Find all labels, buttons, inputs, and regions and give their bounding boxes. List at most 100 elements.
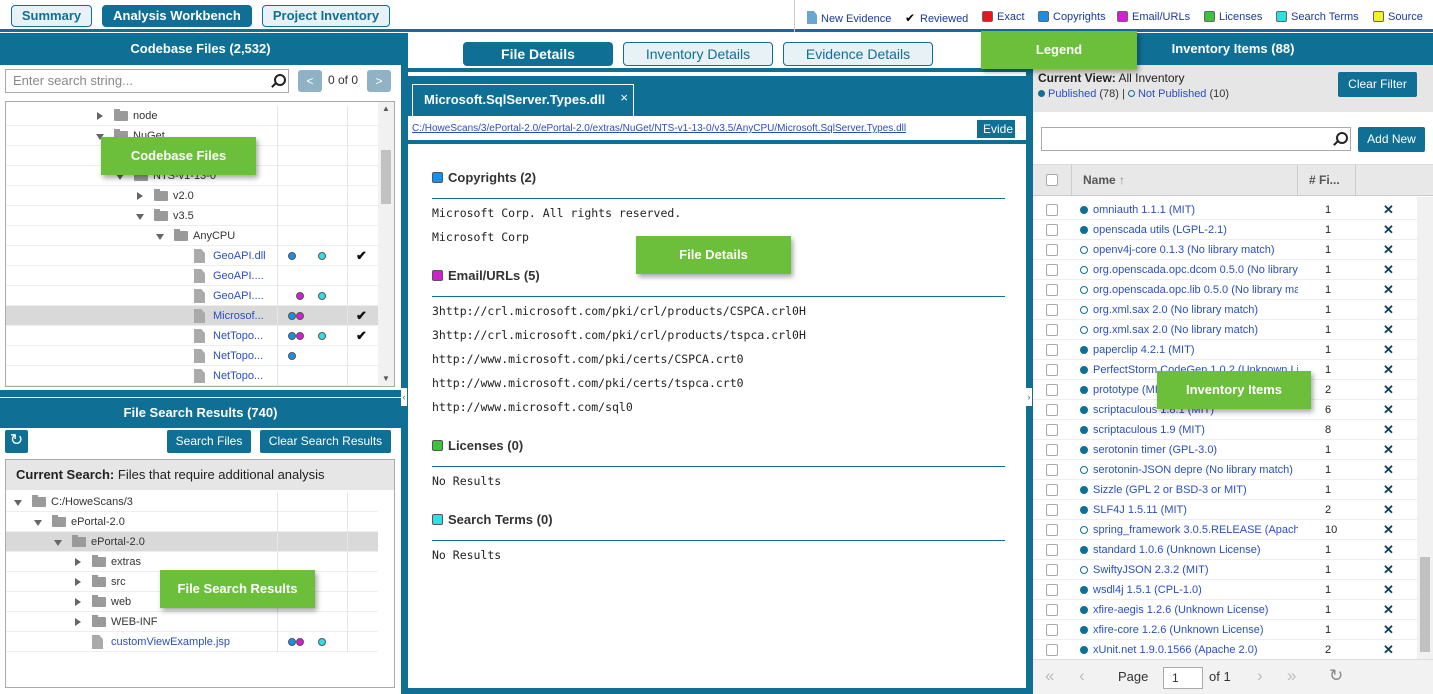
- expand-icon[interactable]: [137, 192, 143, 200]
- delete-icon[interactable]: ✕: [1383, 400, 1394, 420]
- delete-icon[interactable]: ✕: [1383, 460, 1394, 480]
- add-new-button[interactable]: Add New: [1358, 127, 1425, 152]
- row-checkbox[interactable]: [1046, 464, 1058, 476]
- table-row[interactable]: org.openscada.opc.lib 0.5.0 (No library …: [1033, 280, 1417, 300]
- row-checkbox[interactable]: [1046, 444, 1058, 456]
- inventory-name[interactable]: omniauth 1.1.1 (MIT): [1093, 200, 1298, 220]
- delete-icon[interactable]: ✕: [1383, 520, 1394, 540]
- delete-icon[interactable]: ✕: [1383, 280, 1394, 300]
- tree-row[interactable]: C:/HoweScans/3: [6, 492, 378, 512]
- search-icon[interactable]: [1333, 132, 1348, 146]
- delete-icon[interactable]: ✕: [1383, 440, 1394, 460]
- tree-label[interactable]: GeoAPI....: [213, 266, 264, 286]
- tree-row[interactable]: ePortal-2.0: [6, 532, 378, 552]
- horizontal-splitter[interactable]: [0, 390, 401, 397]
- tree-row[interactable]: GeoAPI....: [6, 266, 378, 286]
- tree-label[interactable]: NetTopo...: [213, 346, 263, 366]
- row-checkbox[interactable]: [1046, 404, 1058, 416]
- delete-icon[interactable]: ✕: [1383, 560, 1394, 580]
- row-checkbox[interactable]: [1046, 284, 1058, 296]
- select-all-checkbox[interactable]: [1046, 174, 1058, 186]
- row-checkbox[interactable]: [1046, 524, 1058, 536]
- first-page-icon[interactable]: «: [1045, 666, 1054, 686]
- delete-icon[interactable]: ✕: [1383, 580, 1394, 600]
- clear-filter-button[interactable]: Clear Filter: [1338, 72, 1417, 97]
- tree-row[interactable]: GeoAPI.dll ✔: [6, 246, 378, 266]
- refresh-icon[interactable]: ↻: [1329, 666, 1343, 686]
- row-checkbox[interactable]: [1046, 304, 1058, 316]
- inventory-name[interactable]: spring_framework 3.0.5.RELEASE (Apach: [1093, 520, 1298, 540]
- delete-icon[interactable]: ✕: [1383, 420, 1394, 440]
- scroll-thumb[interactable]: [1420, 557, 1430, 652]
- inventory-name[interactable]: xfire-core 1.2.6 (Unknown License): [1093, 620, 1298, 640]
- row-checkbox[interactable]: [1046, 244, 1058, 256]
- search-files-button[interactable]: Search Files: [167, 430, 251, 453]
- delete-icon[interactable]: ✕: [1383, 600, 1394, 620]
- delete-icon[interactable]: ✕: [1383, 620, 1394, 640]
- table-row[interactable]: standard 1.0.6 (Unknown License) 1 ✕: [1033, 540, 1417, 560]
- expand-icon[interactable]: [75, 598, 81, 606]
- table-row[interactable]: serotonin-JSON depre (No library match) 1…: [1033, 460, 1417, 480]
- table-row[interactable]: spring_framework 3.0.5.RELEASE (Apach 10 ✕: [1033, 520, 1417, 540]
- column-files[interactable]: # Fi...: [1309, 165, 1340, 196]
- expand-icon[interactable]: [75, 558, 81, 566]
- row-checkbox[interactable]: [1046, 364, 1058, 376]
- expand-icon[interactable]: [97, 112, 103, 120]
- table-row[interactable]: scriptaculous 1.9 (MIT) 8 ✕: [1033, 420, 1417, 440]
- collapse-icon[interactable]: [136, 214, 144, 220]
- table-row[interactable]: openscada utils (LGPL-2.1) 1 ✕: [1033, 220, 1417, 240]
- inventory-name[interactable]: SwiftyJSON 2.3.2 (MIT): [1093, 560, 1298, 580]
- next-page-icon[interactable]: ›: [1257, 666, 1263, 686]
- tree-label[interactable]: GeoAPI.dll: [213, 246, 266, 266]
- tab-project-inventory[interactable]: Project Inventory: [262, 5, 390, 27]
- inventory-name[interactable]: standard 1.0.6 (Unknown License): [1093, 540, 1298, 560]
- tab-analysis-workbench[interactable]: Analysis Workbench: [102, 5, 252, 27]
- inventory-name[interactable]: org.openscada.opc.dcom 0.5.0 (No library: [1093, 260, 1298, 280]
- right-vertical-splitter[interactable]: [1026, 33, 1033, 694]
- delete-icon[interactable]: ✕: [1383, 200, 1394, 220]
- tree-label[interactable]: NetTopo...: [213, 366, 263, 386]
- row-checkbox[interactable]: [1046, 624, 1058, 636]
- scroll-up-icon[interactable]: ▲: [382, 104, 390, 113]
- tree-label[interactable]: NetTopo...: [213, 326, 263, 346]
- row-checkbox[interactable]: [1046, 604, 1058, 616]
- inventory-name[interactable]: Sizzle (GPL 2 or BSD-3 or MIT): [1093, 480, 1298, 500]
- table-row[interactable]: org.xml.sax 2.0 (No library match) 1 ✕: [1033, 300, 1417, 320]
- table-row[interactable]: org.xml.sax 2.0 (No library match) 1 ✕: [1033, 320, 1417, 340]
- scroll-down-icon[interactable]: ▼: [382, 374, 390, 383]
- tree-row[interactable]: Microsof... ✔: [6, 306, 378, 326]
- next-match-button[interactable]: >: [367, 70, 391, 92]
- tree-row[interactable]: v2.0: [6, 186, 378, 206]
- page-input[interactable]: 1: [1163, 667, 1203, 689]
- collapse-icon[interactable]: [34, 520, 42, 526]
- inventory-search-input[interactable]: [1041, 127, 1351, 151]
- row-checkbox[interactable]: [1046, 424, 1058, 436]
- refresh-icon[interactable]: ↻: [5, 430, 28, 453]
- delete-icon[interactable]: ✕: [1383, 540, 1394, 560]
- delete-icon[interactable]: ✕: [1383, 260, 1394, 280]
- column-name[interactable]: Name ↑: [1083, 165, 1125, 196]
- inventory-name[interactable]: org.xml.sax 2.0 (No library match): [1093, 300, 1298, 320]
- table-row[interactable]: wsdl4j 1.5.1 (CPL-1.0) 1 ✕: [1033, 580, 1417, 600]
- clear-search-results-button[interactable]: Clear Search Results: [260, 430, 391, 453]
- expand-icon[interactable]: [75, 578, 81, 586]
- row-checkbox[interactable]: [1046, 504, 1058, 516]
- collapse-icon[interactable]: [54, 540, 62, 546]
- table-row[interactable]: xfire-aegis 1.2.6 (Unknown License) 1 ✕: [1033, 600, 1417, 620]
- row-checkbox[interactable]: [1046, 264, 1058, 276]
- delete-icon[interactable]: ✕: [1383, 300, 1394, 320]
- prev-page-icon[interactable]: ‹: [1079, 666, 1085, 686]
- codebase-search-input[interactable]: Enter search string...: [5, 69, 289, 93]
- collapse-left-icon[interactable]: ‹: [401, 388, 407, 406]
- delete-icon[interactable]: ✕: [1383, 340, 1394, 360]
- row-checkbox[interactable]: [1046, 484, 1058, 496]
- tree-label[interactable]: customViewExample.jsp: [111, 632, 230, 652]
- expand-icon[interactable]: [75, 618, 81, 626]
- tab-summary[interactable]: Summary: [11, 5, 92, 27]
- tree-row[interactable]: ePortal-2.0: [6, 512, 378, 532]
- table-row[interactable]: xfire-core 1.2.6 (Unknown License) 1 ✕: [1033, 620, 1417, 640]
- inventory-name[interactable]: openv4j-core 0.1.3 (No library match): [1093, 240, 1298, 260]
- tab-inventory-details[interactable]: Inventory Details: [623, 42, 773, 66]
- row-checkbox[interactable]: [1046, 224, 1058, 236]
- row-checkbox[interactable]: [1046, 384, 1058, 396]
